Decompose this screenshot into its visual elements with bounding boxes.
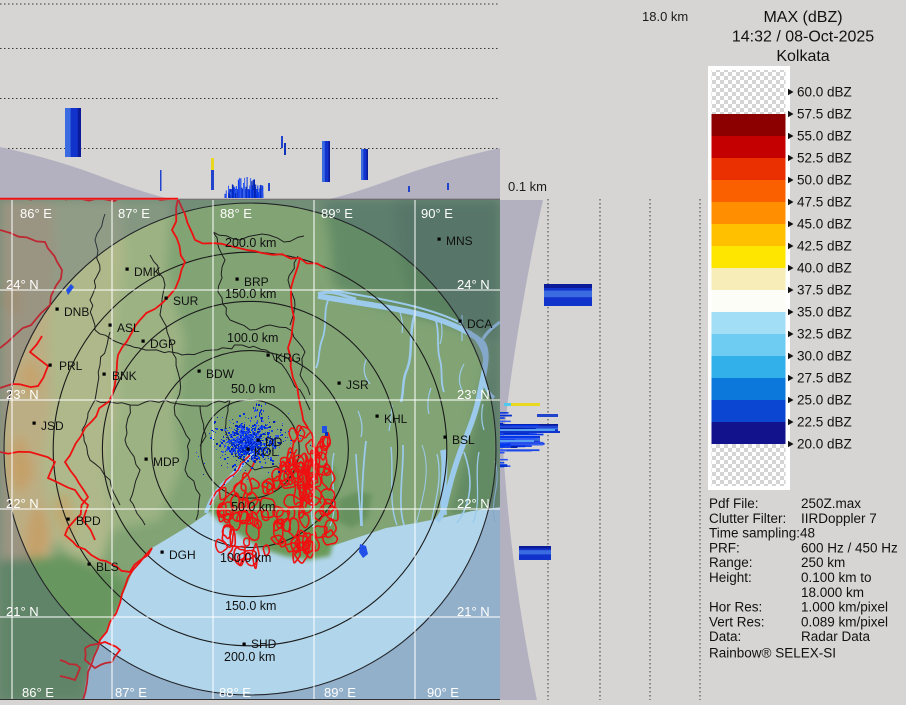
svg-text:24° N: 24° N: [457, 277, 490, 292]
svg-text:250 km: 250 km: [801, 555, 845, 570]
svg-text:200.0 km: 200.0 km: [225, 236, 276, 250]
svg-text:JSD: JSD: [41, 419, 64, 433]
svg-text:37.5 dBZ: 37.5 dBZ: [797, 283, 852, 298]
svg-text:Height:: Height:: [709, 570, 752, 585]
svg-text:250Z.max: 250Z.max: [801, 496, 861, 511]
svg-text:86° E: 86° E: [20, 206, 52, 221]
svg-text:1.000 km/pixel: 1.000 km/pixel: [801, 600, 888, 615]
svg-text:PRL: PRL: [59, 359, 83, 373]
svg-text:21° N: 21° N: [457, 604, 490, 619]
svg-text:30.0 dBZ: 30.0 dBZ: [797, 349, 852, 364]
svg-text:86° E: 86° E: [22, 685, 54, 700]
svg-text:KOL: KOL: [254, 445, 278, 459]
svg-text:KRG: KRG: [275, 351, 301, 365]
svg-text:88° E: 88° E: [219, 685, 251, 700]
svg-text:0.089 km/pixel: 0.089 km/pixel: [801, 614, 888, 629]
svg-text:32.5 dBZ: 32.5 dBZ: [797, 327, 852, 342]
svg-text:ASL: ASL: [117, 321, 140, 335]
svg-text:JSR: JSR: [346, 378, 369, 392]
svg-text:20.0 dBZ: 20.0 dBZ: [797, 437, 852, 452]
svg-text:27.5 dBZ: 27.5 dBZ: [797, 371, 852, 386]
svg-text:52.5 dBZ: 52.5 dBZ: [797, 151, 852, 166]
svg-text:IIRDoppler 7: IIRDoppler 7: [801, 511, 877, 526]
svg-text:22° N: 22° N: [457, 496, 490, 511]
svg-text:MAX (dBZ): MAX (dBZ): [763, 9, 842, 26]
svg-text:90° E: 90° E: [421, 206, 453, 221]
svg-text:35.0 dBZ: 35.0 dBZ: [797, 305, 852, 320]
svg-text:BSL: BSL: [452, 433, 475, 447]
svg-text:14:32 / 08-Oct-2025: 14:32 / 08-Oct-2025: [732, 29, 874, 46]
svg-text:42.5 dBZ: 42.5 dBZ: [797, 239, 852, 254]
svg-text:Vert Res:: Vert Res:: [709, 614, 765, 629]
svg-text:87° E: 87° E: [118, 206, 150, 221]
svg-text:Rainbow® SELEX-SI: Rainbow® SELEX-SI: [709, 646, 836, 661]
svg-text:Time sampling:48: Time sampling:48: [709, 526, 815, 541]
svg-text:21° N: 21° N: [6, 604, 39, 619]
svg-text:50.0 km: 50.0 km: [231, 500, 275, 514]
svg-text:45.0 dBZ: 45.0 dBZ: [797, 217, 852, 232]
svg-text:MNS: MNS: [446, 234, 473, 248]
svg-text:150.0 km: 150.0 km: [225, 287, 276, 301]
svg-text:DMK: DMK: [134, 265, 161, 279]
svg-text:40.0 dBZ: 40.0 dBZ: [797, 261, 852, 276]
svg-text:89° E: 89° E: [324, 685, 356, 700]
svg-text:150.0 km: 150.0 km: [225, 599, 276, 613]
svg-text:18.000 km: 18.000 km: [801, 585, 864, 600]
svg-text:55.0 dBZ: 55.0 dBZ: [797, 129, 852, 144]
svg-text:DGP: DGP: [150, 337, 176, 351]
svg-text:60.0 dBZ: 60.0 dBZ: [797, 85, 852, 100]
svg-text:BNK: BNK: [112, 369, 137, 383]
svg-text:600 Hz / 450 Hz: 600 Hz / 450 Hz: [801, 540, 898, 555]
svg-text:88° E: 88° E: [220, 206, 252, 221]
svg-text:90° E: 90° E: [427, 685, 459, 700]
svg-text:Clutter Filter:: Clutter Filter:: [709, 511, 786, 526]
svg-text:100.0 km: 100.0 km: [220, 551, 271, 565]
svg-text:DCA: DCA: [467, 317, 492, 331]
svg-text:18.0 km: 18.0 km: [642, 9, 688, 24]
svg-text:Radar Data: Radar Data: [801, 629, 871, 644]
svg-text:MDP: MDP: [153, 455, 180, 469]
svg-text:50.0 dBZ: 50.0 dBZ: [797, 173, 852, 188]
svg-text:22° N: 22° N: [6, 496, 39, 511]
svg-text:SHD: SHD: [251, 637, 277, 651]
svg-text:23° N: 23° N: [6, 387, 39, 402]
svg-text:57.5 dBZ: 57.5 dBZ: [797, 107, 852, 122]
svg-text:BPD: BPD: [76, 514, 101, 528]
svg-text:0.1 km: 0.1 km: [508, 179, 547, 194]
svg-text:Data:: Data:: [709, 629, 741, 644]
svg-text:DNB: DNB: [64, 305, 89, 319]
svg-text:DGH: DGH: [169, 548, 196, 562]
svg-text:89° E: 89° E: [321, 206, 353, 221]
svg-text:PRF:: PRF:: [709, 540, 740, 555]
svg-text:24° N: 24° N: [6, 277, 39, 292]
svg-text:Kolkata: Kolkata: [776, 48, 829, 65]
svg-text:SUR: SUR: [173, 294, 199, 308]
svg-text:200.0 km: 200.0 km: [224, 650, 275, 664]
svg-text:BLS: BLS: [96, 560, 119, 574]
svg-text:87° E: 87° E: [115, 685, 147, 700]
svg-text:0.100 km to: 0.100 km to: [801, 570, 872, 585]
svg-text:KHL: KHL: [384, 412, 408, 426]
svg-text:47.5 dBZ: 47.5 dBZ: [797, 195, 852, 210]
svg-text:100.0 km: 100.0 km: [227, 331, 278, 345]
svg-text:Hor Res:: Hor Res:: [709, 600, 762, 615]
svg-text:23° N: 23° N: [457, 387, 490, 402]
svg-text:25.0 dBZ: 25.0 dBZ: [797, 393, 852, 408]
svg-text:50.0 km: 50.0 km: [231, 382, 275, 396]
svg-text:22.5 dBZ: 22.5 dBZ: [797, 415, 852, 430]
svg-text:Range:: Range:: [709, 555, 753, 570]
svg-text:BDW: BDW: [206, 367, 235, 381]
svg-text:Pdf File:: Pdf File:: [709, 496, 759, 511]
